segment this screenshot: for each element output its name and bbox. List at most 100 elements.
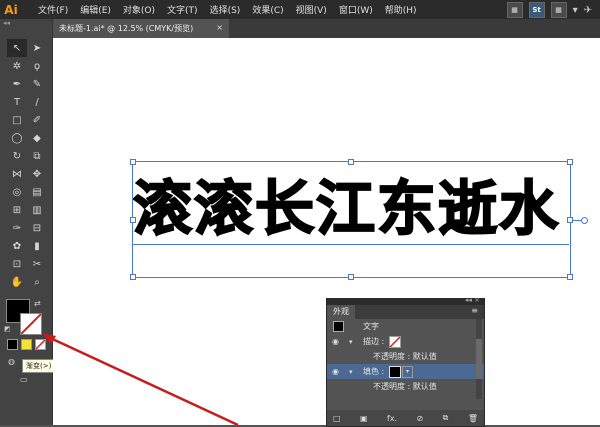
resize-handle-tr[interactable]	[567, 159, 573, 165]
arrange-documents-icon[interactable]: ▦	[550, 2, 567, 18]
opacity-label: 不透明度 : 默认值	[373, 382, 437, 391]
fill-label: 填色 :	[363, 367, 385, 376]
document-tab-title: 未标题-1.ai* @ 12.5% (CMYK/预览)	[59, 24, 194, 33]
add-effect-icon[interactable]: fx.	[387, 414, 397, 423]
eraser-tool-icon[interactable]: ◆	[27, 129, 47, 147]
menu-window[interactable]: 窗口(W)	[333, 3, 379, 16]
chevron-down-icon[interactable]: ▾	[573, 5, 578, 16]
menu-edit[interactable]: 编辑(E)	[74, 3, 117, 16]
magic-wand-tool-icon[interactable]: ✲	[7, 57, 27, 75]
menu-bar: Ai 文件(F) 编辑(E) 对象(O) 文字(T) 选择(S) 效果(C) 视…	[0, 0, 600, 19]
rotation-handle[interactable]	[581, 217, 588, 224]
resize-handle-tl[interactable]	[130, 159, 136, 165]
pen-tool-icon[interactable]: ✒	[7, 75, 27, 93]
stroke-color-swatch[interactable]	[20, 313, 42, 335]
none-mode-button[interactable]	[35, 339, 46, 350]
stroke-swatch[interactable]	[389, 335, 401, 348]
stroke-label: 描边 :	[363, 337, 385, 346]
appearance-object-row[interactable]: 文字	[327, 319, 484, 334]
scale-tool-icon[interactable]: ⧉	[27, 147, 47, 165]
eye-icon[interactable]: ◉	[332, 367, 339, 376]
add-new-fill-icon[interactable]: ▣	[360, 414, 368, 423]
appearance-opacity-row[interactable]: 不透明度 : 默认值	[327, 349, 484, 364]
width-tool-icon[interactable]: ⋈	[7, 165, 27, 183]
selection-tool-icon[interactable]: ↖	[7, 39, 27, 57]
none-slash-icon	[36, 340, 45, 349]
menu-select[interactable]: 选择(S)	[204, 3, 247, 16]
clear-appearance-icon[interactable]: ⊘	[417, 414, 424, 423]
none-slash-icon	[390, 336, 400, 347]
tab-appearance[interactable]: 外观	[327, 305, 355, 319]
shape-builder-tool-icon[interactable]: ◎	[7, 183, 27, 201]
menu-effect[interactable]: 效果(C)	[246, 3, 289, 16]
default-fill-stroke-icon[interactable]: ◩	[4, 325, 11, 333]
draw-mode-icon[interactable]: ◍	[8, 357, 15, 366]
direct-selection-tool-icon[interactable]: ➤	[27, 39, 47, 57]
type-tool-icon[interactable]: T	[7, 93, 27, 111]
object-label: 文字	[363, 322, 379, 331]
resize-handle-b[interactable]	[348, 274, 354, 280]
fill-swatch[interactable]	[389, 365, 401, 378]
appearance-fill-row[interactable]: ◉ ▾ 填色 : ▾	[327, 364, 484, 379]
close-icon[interactable]: ×	[216, 23, 223, 32]
gradient-tool-icon[interactable]: ▥	[27, 201, 47, 219]
eyedropper-tool-icon[interactable]: ✑	[7, 219, 27, 237]
gradient-mode-button[interactable]	[21, 339, 32, 350]
zoom-tool-icon[interactable]: ⌕	[27, 273, 47, 291]
shaper-tool-icon[interactable]: ◯	[7, 129, 27, 147]
resize-handle-t[interactable]	[348, 159, 354, 165]
lasso-tool-icon[interactable]: ϙ	[27, 57, 47, 75]
menu-right-controls: ▦ St ▦ ▾ ✈	[506, 2, 592, 18]
delete-item-icon[interactable]: 🗑	[468, 414, 478, 423]
fill-dropdown-icon[interactable]: ▾	[402, 365, 413, 378]
panel-scrollbar[interactable]	[476, 319, 482, 399]
swap-fill-stroke-icon[interactable]: ⇄	[34, 299, 41, 308]
rectangle-tool-icon[interactable]: □	[7, 111, 27, 129]
color-mode-button[interactable]	[7, 339, 18, 350]
scrollbar-thumb[interactable]	[476, 339, 482, 379]
paintbrush-tool-icon[interactable]: ✐	[27, 111, 47, 129]
hand-tool-icon[interactable]: ✋	[7, 273, 27, 291]
line-tool-icon[interactable]: /	[27, 93, 47, 111]
object-thumbnail	[333, 321, 344, 332]
resize-handle-br[interactable]	[567, 274, 573, 280]
mesh-tool-icon[interactable]: ⊞	[7, 201, 27, 219]
free-transform-tool-icon[interactable]: ✥	[27, 165, 47, 183]
tooltip: 渐变(>)	[22, 359, 56, 373]
perspective-grid-tool-icon[interactable]: ▤	[27, 183, 47, 201]
chevron-down-icon[interactable]: ▾	[349, 368, 353, 376]
resize-handle-bl[interactable]	[130, 274, 136, 280]
rotate-tool-icon[interactable]: ↻	[7, 147, 27, 165]
menu-file[interactable]: 文件(F)	[32, 3, 74, 16]
menu-object[interactable]: 对象(O)	[117, 3, 161, 16]
document-tab-bar: 未标题-1.ai* @ 12.5% (CMYK/预览) ×	[53, 19, 600, 38]
panel-grip-icon[interactable]: ◂◂	[0, 19, 52, 27]
bridge-icon[interactable]: ▦	[506, 2, 523, 18]
document-tab[interactable]: 未标题-1.ai* @ 12.5% (CMYK/预览) ×	[53, 19, 229, 38]
appearance-stroke-row[interactable]: ◉ ▾ 描边 :	[327, 334, 484, 349]
artboard-tool-icon[interactable]: ⊡	[7, 255, 27, 273]
resize-handle-l[interactable]	[130, 217, 136, 223]
appearance-panel: ◂◂ × 外观 ≡ 文字 ◉ ▾ 描边 : 不透明度 : 默认值 ◉ ▾ 填色 …	[326, 296, 485, 427]
none-slash-icon	[21, 314, 41, 334]
add-new-stroke-icon[interactable]: □	[333, 414, 341, 423]
blend-tool-icon[interactable]: ⊟	[27, 219, 47, 237]
menu-type[interactable]: 文字(T)	[161, 3, 204, 16]
eye-icon[interactable]: ◉	[332, 337, 339, 346]
text-baseline	[132, 244, 569, 245]
curvature-tool-icon[interactable]: ✎	[27, 75, 47, 93]
tools-panel: ◂◂ ↖ ➤ ✲ ϙ ✒ ✎ T / □ ✐ ◯ ◆ ↻ ⧉ ⋈ ✥ ◎ ▤ ⊞…	[0, 19, 56, 425]
symbol-sprayer-tool-icon[interactable]: ✿	[7, 237, 27, 255]
collapse-icon[interactable]: ◂◂ ×	[465, 296, 480, 304]
gpu-performance-icon[interactable]: ✈	[584, 5, 592, 16]
screen-mode-icon[interactable]: ▭	[20, 375, 28, 384]
menu-help[interactable]: 帮助(H)	[379, 3, 423, 16]
column-graph-tool-icon[interactable]: ▮	[27, 237, 47, 255]
chevron-down-icon[interactable]: ▾	[349, 338, 353, 346]
slice-tool-icon[interactable]: ✂	[27, 255, 47, 273]
duplicate-item-icon[interactable]: ⧉	[443, 413, 449, 423]
menu-view[interactable]: 视图(V)	[290, 3, 333, 16]
appearance-opacity-row[interactable]: 不透明度 : 默认值	[327, 379, 484, 394]
panel-menu-icon[interactable]: ≡	[471, 306, 478, 315]
stock-button[interactable]: St	[528, 2, 545, 18]
